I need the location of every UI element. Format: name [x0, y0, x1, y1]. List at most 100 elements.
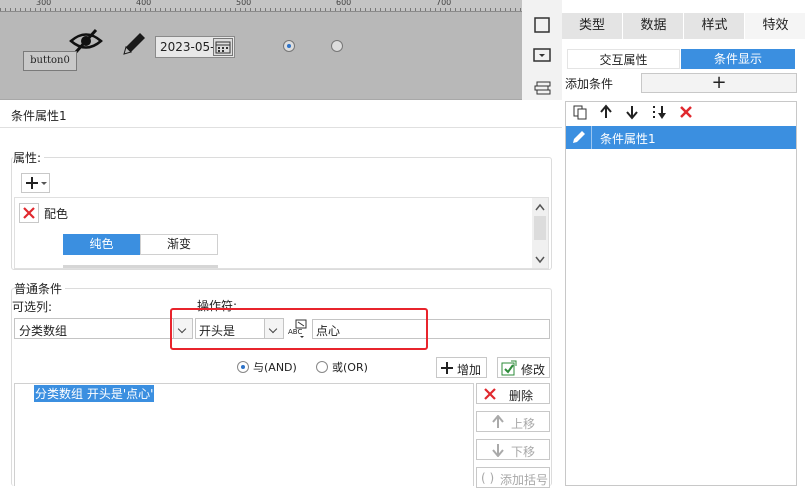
ruler-tick [335, 8, 336, 11]
radio-and-label: 与(AND) [253, 361, 297, 374]
ruler-tick [30, 8, 31, 11]
ruler-tick [230, 8, 231, 11]
tab-style[interactable]: 样式 [683, 13, 745, 39]
ruler-tick [15, 8, 16, 11]
move-down-button[interactable]: 下移 [476, 439, 550, 460]
attribute-list [14, 197, 549, 269]
ruler-number: 400 [136, 0, 152, 7]
dropdown-box-icon[interactable] [533, 46, 551, 67]
canvas-button-widget[interactable]: button0 [23, 51, 77, 71]
ruler-tick [70, 8, 71, 11]
ruler-tick [160, 8, 161, 11]
ruler-tick [250, 8, 251, 11]
ruler-tick [315, 8, 316, 11]
ruler-tick [210, 8, 211, 11]
ruler-tick [435, 8, 436, 11]
ruler-tick [350, 8, 351, 11]
delete-icon[interactable] [678, 104, 694, 123]
ruler-tick [220, 8, 221, 11]
ruler-tick [460, 8, 461, 11]
add-parentheses-button[interactable]: ( ) 添加括号 [476, 467, 550, 488]
ruler-tick [155, 8, 156, 11]
ruler-tick [330, 8, 331, 11]
pencil-icon[interactable] [120, 28, 150, 58]
ruler-tick [140, 8, 141, 11]
column-select[interactable]: 分类数组 [14, 318, 193, 339]
ruler-tick [345, 8, 346, 11]
square-icon[interactable] [533, 16, 551, 37]
ruler-number: 600 [336, 0, 352, 7]
add-condition-button[interactable]: + [641, 73, 797, 93]
color-tab-gradient[interactable]: 渐变 [140, 234, 218, 255]
ruler-tick [285, 8, 286, 11]
add-condition-item-button[interactable]: 增加 [436, 357, 487, 378]
property-tabs: 类型 数据 样式 特效 [562, 13, 805, 39]
ruler-tick [340, 8, 341, 11]
ruler-tick [405, 8, 406, 11]
ruler-tick [410, 8, 411, 11]
tab-data[interactable]: 数据 [622, 13, 684, 39]
arrow-down-icon[interactable] [624, 104, 640, 123]
ruler-number: 700 [436, 0, 452, 7]
copy-icon[interactable] [572, 104, 588, 123]
color-tab-solid[interactable]: 纯色 [63, 234, 140, 255]
stack-icon[interactable] [533, 80, 551, 99]
ruler-tick [50, 8, 51, 11]
radio-or[interactable] [316, 361, 328, 373]
ruler-tick [165, 8, 166, 11]
ruler-tick [395, 8, 396, 11]
ruler-tick [430, 8, 431, 11]
ruler-tick [90, 8, 91, 11]
ruler-tick [205, 8, 206, 11]
ruler-tick [25, 8, 26, 11]
ruler-tick [40, 8, 41, 11]
tab-effects[interactable]: 特效 [744, 13, 805, 39]
ruler-tick [455, 8, 456, 11]
canvas-radio-checked[interactable] [283, 40, 295, 52]
ruler-tick [180, 8, 181, 11]
ruler-tick [190, 8, 191, 11]
add-attribute-button[interactable] [21, 173, 50, 193]
ruler-tick [200, 8, 201, 11]
arrow-up-icon[interactable] [598, 104, 614, 123]
move-bottom-icon[interactable] [650, 104, 668, 123]
panel-title: 条件属性1 [11, 109, 67, 123]
modify-condition-button[interactable]: 修改 [497, 357, 550, 378]
radio-and[interactable] [237, 361, 249, 373]
ruler-tick [480, 8, 481, 11]
ruler-tick [65, 8, 66, 11]
ruler-tick [370, 8, 371, 11]
delete-condition-button[interactable]: 删除 [476, 383, 550, 404]
ruler-tick [450, 8, 451, 11]
subtab-interaction[interactable]: 交互属性 [567, 49, 680, 69]
ruler-tick [125, 8, 126, 11]
ruler-tick [445, 8, 446, 11]
ruler-tick [355, 8, 356, 11]
title-bar: 条件属性1 [0, 101, 562, 128]
canvas-radio-unchecked[interactable] [331, 40, 343, 52]
ruler-tick [255, 8, 256, 11]
list-item-selected[interactable]: 条件属性1 [566, 126, 796, 149]
ruler-tick [195, 8, 196, 11]
add-condition-label: 添加条件 [565, 77, 614, 91]
ruler-tick [35, 8, 36, 11]
tab-type[interactable]: 类型 [562, 13, 622, 39]
remove-color-button[interactable] [19, 203, 39, 223]
date-value: 2023-05- [160, 40, 215, 54]
vertical-scrollbar[interactable] [532, 198, 548, 268]
ruler-tick [420, 8, 421, 11]
ruler-tick [120, 8, 121, 11]
move-up-button[interactable]: 上移 [476, 411, 550, 432]
color-tab-underline [63, 265, 218, 268]
ruler-tick [415, 8, 416, 11]
ruler-tick [45, 8, 46, 11]
attributes-label: 属性: [13, 149, 45, 166]
ruler-tick [425, 8, 426, 11]
ruler-tick [305, 8, 306, 11]
ruler-number: 300 [36, 0, 52, 7]
condition-list-panel [565, 101, 797, 486]
ruler-tick [185, 8, 186, 11]
calendar-icon[interactable] [213, 38, 233, 56]
subtab-conditional-display[interactable]: 条件显示 [681, 49, 795, 69]
condition-expression[interactable]: 分类数组 开头是'点心' [34, 385, 155, 402]
